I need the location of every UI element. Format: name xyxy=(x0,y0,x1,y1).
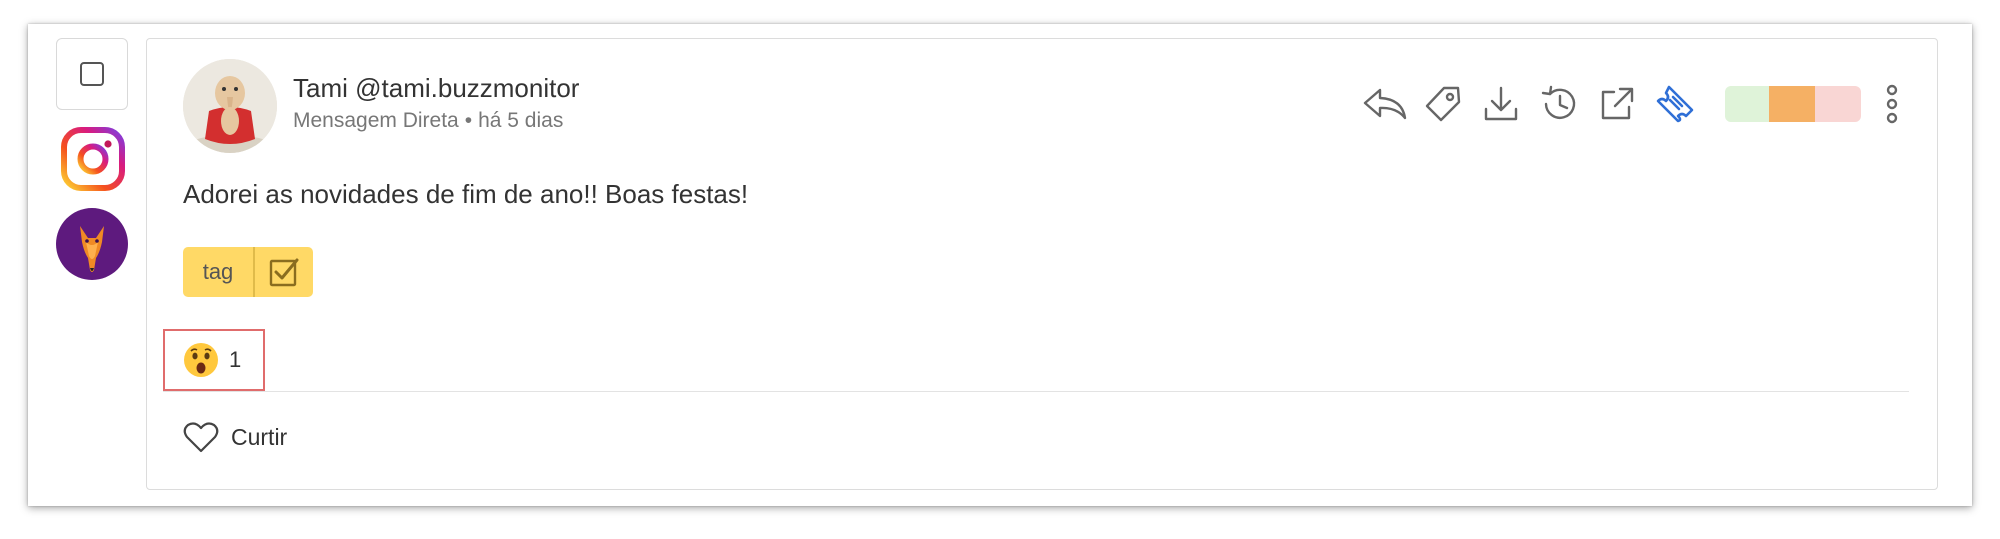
tag-chip: tag xyxy=(183,247,313,297)
buzzmonitor-mascot-icon xyxy=(56,208,128,280)
post-time: há 5 dias xyxy=(478,109,564,132)
reply-icon[interactable] xyxy=(1359,79,1411,129)
mention-card: Tami @tami.buzzmonitor Mensagem Direta • h… xyxy=(28,24,1972,506)
channel-label: Mensagem Direta xyxy=(293,109,459,132)
like-button[interactable]: Curtir xyxy=(183,417,287,457)
post-card: Tami @tami.buzzmonitor Mensagem Direta • h… xyxy=(146,38,1938,490)
meta-separator: • xyxy=(464,109,473,132)
author-name[interactable]: Tami @tami.buzzmonitor xyxy=(293,73,579,104)
surprised-face-icon xyxy=(184,343,218,377)
sentiment-neutral[interactable] xyxy=(1769,86,1815,122)
sentiment-negative[interactable] xyxy=(1815,86,1861,122)
post-toolbar xyxy=(1353,79,1909,129)
select-mention-checkbox[interactable] xyxy=(56,38,128,110)
tag-label[interactable]: tag xyxy=(183,247,255,297)
divider xyxy=(163,391,1909,392)
author-avatar[interactable] xyxy=(183,59,277,153)
post-meta: Mensagem Direta • há 5 dias xyxy=(293,109,563,133)
like-label: Curtir xyxy=(231,423,288,450)
external-link-icon[interactable] xyxy=(1591,79,1643,129)
instagram-icon xyxy=(61,127,125,191)
checkbox-checked-icon xyxy=(269,258,299,287)
reaction-count: 1 xyxy=(229,347,242,372)
history-icon[interactable] xyxy=(1533,79,1585,129)
sentiment-positive[interactable] xyxy=(1725,86,1769,122)
post-text: Adorei as novidades de fim de ano!! Boas… xyxy=(183,179,749,209)
reaction-summary[interactable]: 1 xyxy=(163,329,265,391)
checkbox-icon xyxy=(80,62,104,86)
sentiment-selector[interactable] xyxy=(1725,86,1861,122)
tag-confirm-button[interactable] xyxy=(255,247,313,297)
ticket-icon[interactable] xyxy=(1649,79,1701,129)
more-options-icon[interactable] xyxy=(1875,79,1909,129)
download-icon[interactable] xyxy=(1475,79,1527,129)
tag-icon[interactable] xyxy=(1417,79,1469,129)
heart-icon xyxy=(183,422,219,453)
